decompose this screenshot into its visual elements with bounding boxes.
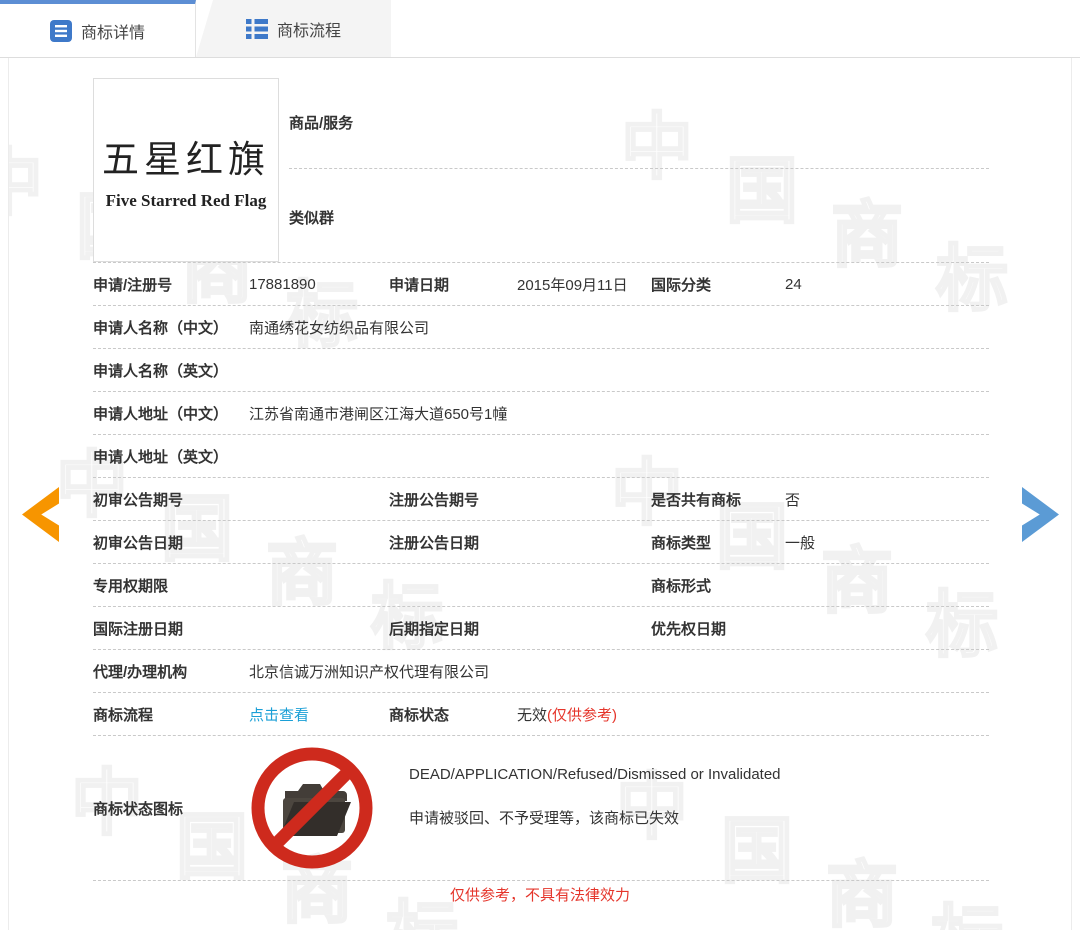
status-icon-row: 商标状态图标 DEAD/APPLICATION/Refused/Dismisse… — [93, 736, 989, 881]
watermark-char: 中 — [9, 148, 43, 220]
intl-reg-date-label: 国际注册日期 — [93, 618, 249, 639]
table-row: 国际注册日期 后期指定日期 优先权日期 — [93, 607, 989, 650]
status-label: 商标状态 — [389, 704, 517, 725]
address-cn-value: 江苏省南通市港闸区江海大道650号1幢 — [249, 403, 989, 424]
tab-label: 商标流程 — [277, 17, 341, 41]
goods-services-label: 商品/服务 — [289, 112, 353, 133]
table-row: 申请人地址（中文） 江苏省南通市港闸区江海大道650号1幢 — [93, 392, 989, 435]
tab-trademark-flow[interactable]: 商标流程 — [196, 0, 391, 57]
table-row: 初审公告日期 注册公告日期 商标类型 一般 — [93, 521, 989, 564]
watermark-char: 标 — [931, 904, 1003, 930]
first-pub-date-label: 初审公告日期 — [93, 532, 249, 553]
address-en-label: 申请人地址（英文） — [93, 446, 249, 467]
agency-label: 代理/办理机构 — [93, 661, 249, 682]
status-line-en: DEAD/APPLICATION/Refused/Dismissed or In… — [409, 766, 781, 783]
first-pub-no-label: 初审公告期号 — [93, 489, 249, 510]
app-date-value: 2015年09月11日 — [517, 274, 651, 295]
table-row: 申请人名称（英文） — [93, 349, 989, 392]
trademark-name-en: Five Starred Red Flag — [106, 191, 267, 211]
mark-type-value: 一般 — [785, 532, 989, 553]
watermark-char: 国 — [726, 156, 798, 228]
priority-date-label: 优先权日期 — [651, 618, 785, 639]
mark-type-label: 商标类型 — [651, 532, 785, 553]
divider — [289, 168, 989, 169]
later-designation-date-label: 后期指定日期 — [389, 618, 517, 639]
reg-no-value: 17881890 — [249, 276, 389, 293]
mark-form-label: 商标形式 — [651, 575, 785, 596]
applicant-en-label: 申请人名称（英文） — [93, 360, 249, 381]
status-line-cn: 申请被驳回、不予受理等，该商标已失效 — [409, 807, 781, 828]
table-row: 商标流程 点击查看 商标状态 无效(仅供参考) — [93, 693, 989, 736]
no-folder-prohibited-icon — [249, 745, 375, 875]
reg-no-label: 申请/注册号 — [93, 274, 249, 295]
table-row: 专用权期限 商标形式 — [93, 564, 989, 607]
shared-mark-value: 否 — [785, 489, 989, 510]
detail-list-icon — [50, 20, 72, 42]
tab-label: 商标详情 — [81, 19, 145, 43]
reg-pub-no-label: 注册公告期号 — [389, 489, 517, 510]
tab-trademark-detail[interactable]: 商标详情 — [0, 0, 196, 57]
status-icon-label: 商标状态图标 — [93, 798, 249, 819]
app-date-label: 申请日期 — [389, 274, 517, 295]
process-view-link[interactable]: 点击查看 — [249, 707, 309, 724]
agency-value: 北京信诚万洲知识产权代理有限公司 — [249, 661, 989, 682]
shared-mark-label: 是否共有商标 — [651, 489, 785, 510]
table-row: 申请/注册号 17881890 申请日期 2015年09月11日 国际分类 24 — [93, 263, 989, 306]
table-row: 申请人名称（中文） 南通绣花女纺织品有限公司 — [93, 306, 989, 349]
watermark-char: 中 — [621, 112, 693, 184]
intl-class-value: 24 — [785, 276, 989, 293]
status-value: 无效(仅供参考) — [517, 704, 989, 725]
table-row: 代理/办理机构 北京信诚万洲知识产权代理有限公司 — [93, 650, 989, 693]
tab-bar: 商标详情 商标流程 — [0, 0, 1080, 58]
applicant-cn-value: 南通绣花女纺织品有限公司 — [249, 317, 989, 338]
table-row: 初审公告期号 注册公告期号 是否共有商标 否 — [93, 478, 989, 521]
flow-list-icon — [246, 19, 268, 39]
status-note: (仅供参考) — [547, 707, 617, 724]
status-description: DEAD/APPLICATION/Refused/Dismissed or In… — [409, 766, 781, 828]
info-table: 申请/注册号 17881890 申请日期 2015年09月11日 国际分类 24… — [93, 262, 989, 881]
table-row: 申请人地址（英文） — [93, 435, 989, 478]
trademark-detail-panel: 中 国 商 标 中 国 商 标 中 国 商 标 中 国 商 标 中 国 商 标 — [8, 58, 1072, 930]
reg-pub-date-label: 注册公告日期 — [389, 532, 517, 553]
disclaimer-text: 仅供参考，不具有法律效力 — [9, 884, 1071, 905]
process-label: 商标流程 — [93, 704, 249, 725]
address-cn-label: 申请人地址（中文） — [93, 403, 249, 424]
trademark-name-cn: 五星红旗 — [102, 129, 270, 183]
intl-class-label: 国际分类 — [651, 274, 785, 295]
applicant-cn-label: 申请人名称（中文） — [93, 317, 249, 338]
trademark-image: 五星红旗 Five Starred Red Flag — [93, 78, 279, 262]
exclusive-period-label: 专用权期限 — [93, 575, 249, 596]
similar-group-label: 类似群 — [289, 207, 334, 228]
